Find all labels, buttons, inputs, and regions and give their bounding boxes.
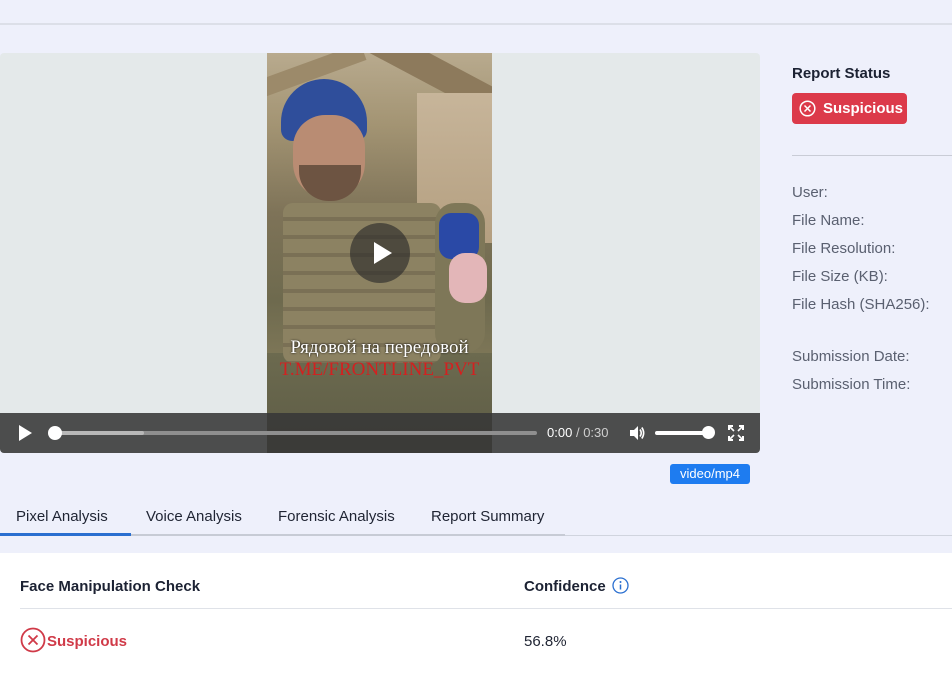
time-separator: / xyxy=(575,425,580,440)
submission-date-label: Submission Date: xyxy=(792,348,910,365)
check-column-header: Face Manipulation Check xyxy=(20,578,201,595)
tab-voice-analysis[interactable]: Voice Analysis xyxy=(146,508,242,536)
volume-icon[interactable] xyxy=(628,424,646,442)
file-hash-label: File Hash (SHA256): xyxy=(792,296,930,313)
time-display: 0:00 / 0:30 xyxy=(547,425,609,440)
card-divider xyxy=(20,608,952,609)
status-badge: Suspicious xyxy=(792,93,907,124)
confidence-column-header: Confidence xyxy=(524,578,606,595)
big-play-button[interactable] xyxy=(350,223,410,283)
tab-forensic-analysis[interactable]: Forensic Analysis xyxy=(278,508,395,536)
seek-buffered xyxy=(52,431,145,435)
file-resolution-label: File Resolution: xyxy=(792,240,896,257)
file-size-label: File Size (KB): xyxy=(792,268,888,285)
top-divider xyxy=(0,23,952,25)
check-result: Suspicious xyxy=(47,633,128,650)
play-icon xyxy=(374,242,392,264)
volume-handle[interactable] xyxy=(702,426,715,439)
video-controls: 0:00 / 0:30 xyxy=(0,413,760,453)
info-icon[interactable] xyxy=(612,577,629,594)
play-icon xyxy=(19,425,32,441)
confidence-value: 56.8% xyxy=(524,633,567,650)
report-divider xyxy=(792,155,952,156)
video-caption-line1: Рядовой на передовой xyxy=(290,337,469,358)
tab-report-summary[interactable]: Report Summary xyxy=(431,508,544,536)
current-time: 0:00 xyxy=(547,425,573,440)
seek-bar[interactable] xyxy=(48,426,537,440)
fullscreen-icon[interactable] xyxy=(728,425,744,441)
results-card: Face Manipulation Check Confidence Suspi… xyxy=(0,553,952,680)
volume-slider[interactable] xyxy=(655,426,715,439)
x-circle-icon xyxy=(799,100,816,117)
play-button[interactable] xyxy=(17,425,33,441)
seek-handle[interactable] xyxy=(48,426,62,440)
submission-time-label: Submission Time: xyxy=(792,376,911,393)
duration: 0:30 xyxy=(583,425,609,440)
x-circle-icon xyxy=(20,627,46,653)
video-player[interactable]: Рядовой на передовой T.ME/FRONTLINE_PVT … xyxy=(0,53,760,453)
user-label: User: xyxy=(792,184,828,201)
report-status-title: Report Status xyxy=(792,65,891,82)
video-caption-line2: T.ME/FRONTLINE_PVT xyxy=(279,359,480,380)
status-label: Suspicious xyxy=(823,100,904,117)
analysis-tabs: Pixel Analysis Voice Analysis Forensic A… xyxy=(0,508,565,536)
mime-type-badge: video/mp4 xyxy=(670,464,750,484)
tab-pixel-analysis[interactable]: Pixel Analysis xyxy=(0,508,131,536)
file-name-label: File Name: xyxy=(792,212,865,229)
